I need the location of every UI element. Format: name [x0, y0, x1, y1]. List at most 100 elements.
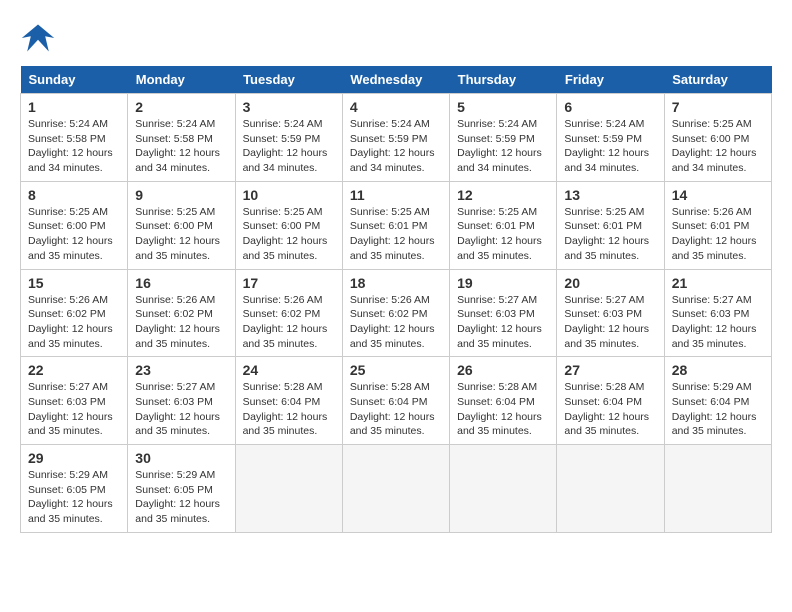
sunrise-label: Sunrise: 5:26 AM: [243, 294, 323, 306]
weekday-header-row: SundayMondayTuesdayWednesdayThursdayFrid…: [21, 66, 772, 94]
sunrise-label: Sunrise: 5:28 AM: [457, 381, 537, 393]
day-number: 2: [135, 99, 227, 115]
weekday-header-tuesday: Tuesday: [235, 66, 342, 94]
day-info: Sunrise: 5:29 AM Sunset: 6:05 PM Dayligh…: [135, 468, 227, 527]
logo-icon: [20, 20, 56, 56]
sunset-label: Sunset: 6:00 PM: [672, 133, 750, 145]
weekday-header-thursday: Thursday: [450, 66, 557, 94]
daylight-label: Daylight: 12 hours and 34 minutes.: [28, 147, 113, 174]
sunrise-label: Sunrise: 5:27 AM: [28, 381, 108, 393]
daylight-label: Daylight: 12 hours and 34 minutes.: [135, 147, 220, 174]
daylight-label: Daylight: 12 hours and 35 minutes.: [243, 411, 328, 438]
sunrise-label: Sunrise: 5:26 AM: [135, 294, 215, 306]
sunrise-label: Sunrise: 5:29 AM: [28, 469, 108, 481]
day-info: Sunrise: 5:27 AM Sunset: 6:03 PM Dayligh…: [28, 380, 120, 439]
sunset-label: Sunset: 6:02 PM: [135, 308, 213, 320]
daylight-label: Daylight: 12 hours and 35 minutes.: [28, 323, 113, 350]
sunset-label: Sunset: 6:05 PM: [28, 484, 106, 496]
day-cell: 11 Sunrise: 5:25 AM Sunset: 6:01 PM Dayl…: [342, 181, 449, 269]
day-info: Sunrise: 5:26 AM Sunset: 6:01 PM Dayligh…: [672, 205, 764, 264]
daylight-label: Daylight: 12 hours and 34 minutes.: [564, 147, 649, 174]
empty-cell: [557, 445, 664, 533]
daylight-label: Daylight: 12 hours and 35 minutes.: [135, 498, 220, 525]
sunset-label: Sunset: 5:59 PM: [243, 133, 321, 145]
day-cell: 24 Sunrise: 5:28 AM Sunset: 6:04 PM Dayl…: [235, 357, 342, 445]
sunset-label: Sunset: 6:04 PM: [672, 396, 750, 408]
day-cell: 25 Sunrise: 5:28 AM Sunset: 6:04 PM Dayl…: [342, 357, 449, 445]
sunset-label: Sunset: 6:02 PM: [350, 308, 428, 320]
sunrise-label: Sunrise: 5:29 AM: [672, 381, 752, 393]
sunrise-label: Sunrise: 5:27 AM: [672, 294, 752, 306]
sunrise-label: Sunrise: 5:25 AM: [457, 206, 537, 218]
sunset-label: Sunset: 6:02 PM: [243, 308, 321, 320]
day-info: Sunrise: 5:24 AM Sunset: 5:58 PM Dayligh…: [28, 117, 120, 176]
sunrise-label: Sunrise: 5:26 AM: [350, 294, 430, 306]
day-cell: 1 Sunrise: 5:24 AM Sunset: 5:58 PM Dayli…: [21, 94, 128, 182]
empty-cell: [664, 445, 771, 533]
day-info: Sunrise: 5:25 AM Sunset: 6:01 PM Dayligh…: [350, 205, 442, 264]
day-number: 5: [457, 99, 549, 115]
day-number: 26: [457, 362, 549, 378]
daylight-label: Daylight: 12 hours and 35 minutes.: [457, 411, 542, 438]
sunset-label: Sunset: 6:01 PM: [564, 220, 642, 232]
day-number: 12: [457, 187, 549, 203]
day-number: 8: [28, 187, 120, 203]
day-info: Sunrise: 5:25 AM Sunset: 6:00 PM Dayligh…: [243, 205, 335, 264]
daylight-label: Daylight: 12 hours and 35 minutes.: [28, 498, 113, 525]
daylight-label: Daylight: 12 hours and 35 minutes.: [135, 235, 220, 262]
sunset-label: Sunset: 5:58 PM: [135, 133, 213, 145]
daylight-label: Daylight: 12 hours and 35 minutes.: [457, 235, 542, 262]
day-cell: 27 Sunrise: 5:28 AM Sunset: 6:04 PM Dayl…: [557, 357, 664, 445]
day-number: 19: [457, 275, 549, 291]
day-cell: 5 Sunrise: 5:24 AM Sunset: 5:59 PM Dayli…: [450, 94, 557, 182]
day-cell: 17 Sunrise: 5:26 AM Sunset: 6:02 PM Dayl…: [235, 269, 342, 357]
day-cell: 6 Sunrise: 5:24 AM Sunset: 5:59 PM Dayli…: [557, 94, 664, 182]
sunset-label: Sunset: 6:00 PM: [243, 220, 321, 232]
daylight-label: Daylight: 12 hours and 35 minutes.: [350, 323, 435, 350]
weekday-header-friday: Friday: [557, 66, 664, 94]
sunset-label: Sunset: 5:59 PM: [350, 133, 428, 145]
day-info: Sunrise: 5:27 AM Sunset: 6:03 PM Dayligh…: [457, 293, 549, 352]
day-cell: 15 Sunrise: 5:26 AM Sunset: 6:02 PM Dayl…: [21, 269, 128, 357]
day-info: Sunrise: 5:27 AM Sunset: 6:03 PM Dayligh…: [564, 293, 656, 352]
day-number: 11: [350, 187, 442, 203]
day-number: 18: [350, 275, 442, 291]
empty-cell: [342, 445, 449, 533]
day-number: 6: [564, 99, 656, 115]
day-cell: 12 Sunrise: 5:25 AM Sunset: 6:01 PM Dayl…: [450, 181, 557, 269]
day-cell: 10 Sunrise: 5:25 AM Sunset: 6:00 PM Dayl…: [235, 181, 342, 269]
day-number: 28: [672, 362, 764, 378]
day-info: Sunrise: 5:24 AM Sunset: 5:59 PM Dayligh…: [350, 117, 442, 176]
empty-cell: [450, 445, 557, 533]
sunset-label: Sunset: 5:58 PM: [28, 133, 106, 145]
day-number: 16: [135, 275, 227, 291]
sunset-label: Sunset: 6:03 PM: [672, 308, 750, 320]
day-info: Sunrise: 5:24 AM Sunset: 5:59 PM Dayligh…: [457, 117, 549, 176]
sunrise-label: Sunrise: 5:25 AM: [672, 118, 752, 130]
day-number: 21: [672, 275, 764, 291]
sunrise-label: Sunrise: 5:24 AM: [350, 118, 430, 130]
daylight-label: Daylight: 12 hours and 35 minutes.: [564, 411, 649, 438]
sunset-label: Sunset: 6:03 PM: [457, 308, 535, 320]
day-number: 10: [243, 187, 335, 203]
day-info: Sunrise: 5:27 AM Sunset: 6:03 PM Dayligh…: [672, 293, 764, 352]
day-cell: 29 Sunrise: 5:29 AM Sunset: 6:05 PM Dayl…: [21, 445, 128, 533]
sunrise-label: Sunrise: 5:24 AM: [457, 118, 537, 130]
day-info: Sunrise: 5:25 AM Sunset: 6:01 PM Dayligh…: [564, 205, 656, 264]
page-header: [20, 20, 772, 56]
sunset-label: Sunset: 6:00 PM: [135, 220, 213, 232]
calendar-row: 22 Sunrise: 5:27 AM Sunset: 6:03 PM Dayl…: [21, 357, 772, 445]
day-cell: 19 Sunrise: 5:27 AM Sunset: 6:03 PM Dayl…: [450, 269, 557, 357]
sunrise-label: Sunrise: 5:24 AM: [564, 118, 644, 130]
day-info: Sunrise: 5:25 AM Sunset: 6:01 PM Dayligh…: [457, 205, 549, 264]
day-info: Sunrise: 5:26 AM Sunset: 6:02 PM Dayligh…: [135, 293, 227, 352]
day-info: Sunrise: 5:24 AM Sunset: 5:58 PM Dayligh…: [135, 117, 227, 176]
sunset-label: Sunset: 6:01 PM: [672, 220, 750, 232]
daylight-label: Daylight: 12 hours and 35 minutes.: [135, 411, 220, 438]
day-cell: 9 Sunrise: 5:25 AM Sunset: 6:00 PM Dayli…: [128, 181, 235, 269]
sunrise-label: Sunrise: 5:24 AM: [135, 118, 215, 130]
sunset-label: Sunset: 6:03 PM: [564, 308, 642, 320]
weekday-header-saturday: Saturday: [664, 66, 771, 94]
sunset-label: Sunset: 5:59 PM: [564, 133, 642, 145]
daylight-label: Daylight: 12 hours and 35 minutes.: [672, 235, 757, 262]
